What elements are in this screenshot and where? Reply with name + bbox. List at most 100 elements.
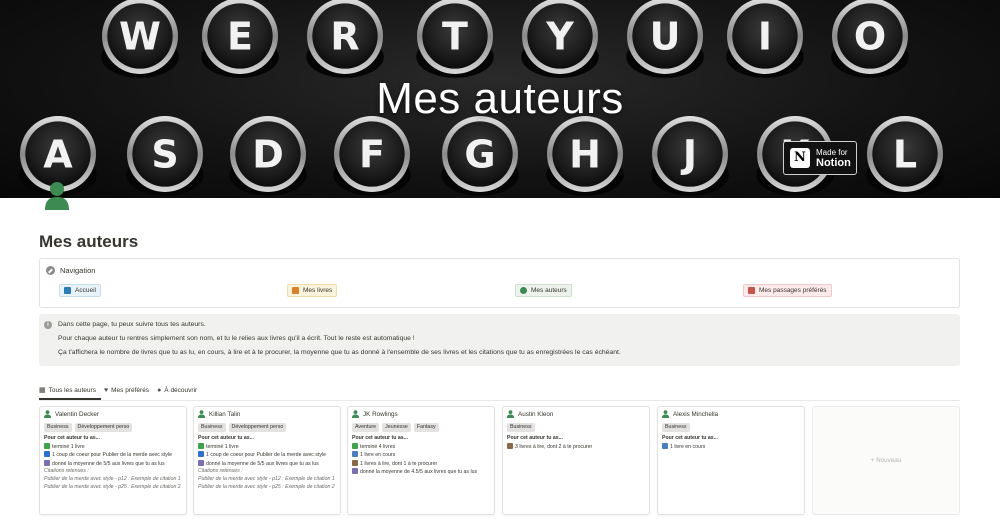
author-card[interactable]: Austin Kleon Business Pour cet auteur tu a… (502, 406, 650, 515)
author-tags: Business (507, 423, 538, 432)
summary-line: donné la moyenne de 5/5 aux livres que t… (198, 459, 337, 469)
summary-heading: Pour cet auteur tu as... (44, 435, 100, 441)
info-line-1: Dans cette page, tu peux suivre tous tes… (58, 321, 206, 328)
author-card[interactable]: Killian Talin Business Développement perso… (193, 406, 341, 515)
view-tabs: ▦ Tous les auteurs ♥ Mes préférés ● À dé… (39, 384, 205, 396)
typewriter-key-letter: O (854, 15, 886, 59)
typewriter-key-letter: L (893, 133, 917, 177)
heart-icon: ♥ (103, 386, 109, 394)
summary-line: donné la moyenne de 5/5 aux livres que t… (44, 459, 183, 469)
tab-mes-preferes[interactable]: ♥ Mes préférés (104, 384, 149, 396)
quotes-label: Citations retenues : (44, 468, 89, 475)
summary-line: donné la moyenne de 4.5/5 aux livres que… (352, 468, 491, 477)
page-person-icon[interactable] (44, 181, 70, 211)
nav-link-accueil[interactable]: Accueil (59, 284, 101, 297)
author-tags: Business (662, 423, 693, 432)
info-callout: i Dans cette page, tu peux suivre tous t… (39, 314, 960, 366)
author-name: JK Rowlings (352, 410, 398, 418)
quote-line: Publier de la merde avec style - p12 : E… (44, 475, 181, 482)
author-name: Alexis Minchella (662, 410, 718, 418)
typewriter-key-letter: S (151, 133, 178, 177)
person-icon (44, 410, 51, 418)
person-icon (662, 410, 669, 418)
typewriter-key-top-0: W (101, 0, 179, 78)
navigation-heading: Navigation (60, 266, 96, 275)
author-card[interactable]: Valentin Decker Business Développement per… (39, 406, 187, 515)
tabs-divider (39, 400, 960, 401)
typewriter-key-letter: Y (545, 15, 574, 59)
badge-line2: Notion (816, 157, 851, 169)
typewriter-key-bottom-3: F (333, 116, 411, 196)
typewriter-key-bottom-4: G (441, 116, 519, 196)
book-icon (352, 451, 358, 458)
navigation-callout: Navigation Accueil Mes livres Mes auteur… (39, 258, 960, 308)
person-icon: ● (157, 386, 162, 394)
typewriter-key-bottom-6: J (651, 116, 729, 196)
nav-link-mes-auteurs[interactable]: Mes auteurs (515, 284, 572, 297)
books-stack-icon (507, 442, 513, 449)
summary-heading: Pour cet auteur tu as... (507, 435, 563, 441)
tag: Business (44, 423, 72, 432)
check-icon (198, 442, 204, 449)
tag: Business (507, 423, 535, 432)
summary-line: 3 livres à lire, dont 2 à te procurer (507, 442, 646, 452)
typewriter-key-bottom-2: D (229, 116, 307, 196)
summary-line: terminé 1 livre (44, 442, 183, 452)
typewriter-key-letter: T (442, 15, 468, 59)
cover-image: WERTYUIO ASDFGHJKL Mes auteurs N Made fo… (0, 0, 1000, 198)
chart-icon (352, 468, 358, 475)
typewriter-key-letter: F (359, 133, 385, 177)
tab-tous-les-auteurs[interactable]: ▦ Tous les auteurs (39, 384, 96, 396)
typewriter-key-letter: U (650, 15, 681, 59)
books-stack-icon (352, 459, 358, 466)
bookmark-icon (748, 287, 755, 294)
info-line-2: Pour chaque auteur tu rentres simplement… (58, 335, 415, 342)
author-name: Austin Kleon (507, 410, 553, 418)
typewriter-key-top-6: I (726, 0, 804, 78)
made-for-notion-badge[interactable]: N Made for Notion (783, 141, 857, 175)
tag: Développement perso (74, 423, 133, 432)
typewriter-key-top-5: U (626, 0, 704, 78)
author-card[interactable]: Alexis Minchella Business Pour cet auteur … (657, 406, 805, 515)
info-line-3: Ça t'affichera le nombre de livres que t… (58, 349, 621, 356)
author-name: Valentin Decker (44, 410, 99, 418)
author-tags: Business Développement perso (198, 423, 289, 432)
author-card[interactable]: JK Rowlings Aventure Jeunesse Fantasy Pour c… (347, 406, 495, 515)
author-summary: Pour cet auteur tu as... terminé 4 livres… (352, 435, 491, 477)
new-card-label: + Nouveau (870, 457, 902, 464)
quote-line: Publier de la merde avec style - p25 : E… (44, 483, 181, 490)
typewriter-key-letter: E (227, 15, 253, 59)
summary-line: 1 livres à lire, dont 1 à te procurer (352, 459, 491, 469)
author-summary: Pour cet auteur tu as... terminé 1 livre 1… (44, 435, 183, 491)
typewriter-key-bottom-8: L (866, 116, 944, 196)
check-icon (44, 442, 50, 449)
home-icon (64, 287, 71, 294)
quote-line: Publier de la merde avec style - p25 : E… (198, 483, 335, 490)
typewriter-key-top-1: E (201, 0, 279, 78)
book-icon (662, 442, 668, 449)
typewriter-key-top-4: Y (521, 0, 599, 78)
typewriter-key-bottom-5: H (546, 116, 624, 196)
author-summary: Pour cet auteur tu as... 3 livres à lire,… (507, 435, 646, 451)
typewriter-key-bottom-1: S (126, 116, 204, 196)
author-summary: Pour cet auteur tu as... terminé 1 livre 1… (198, 435, 337, 491)
summary-line: terminé 4 livres (352, 442, 491, 452)
nav-link-mes-livres[interactable]: Mes livres (287, 284, 338, 297)
tag: Développement perso (228, 423, 287, 432)
blue-heart-icon (44, 451, 50, 458)
quote-line: Publier de la merde avec style - p12 : E… (198, 475, 335, 482)
tag: Aventure (352, 423, 380, 432)
quotes-label: Citations retenues : (198, 468, 243, 475)
chart-icon (198, 459, 204, 466)
new-card-button[interactable]: + Nouveau (812, 406, 960, 515)
tag: Fantasy (413, 423, 439, 432)
summary-line: terminé 1 livre (198, 442, 337, 452)
gallery-icon: ▦ (39, 387, 46, 394)
person-icon (507, 410, 514, 418)
typewriter-key-letter: G (464, 133, 495, 177)
typewriter-key-letter: J (680, 133, 697, 177)
page-title[interactable]: Mes auteurs (39, 232, 138, 252)
chart-icon (44, 459, 50, 466)
tab-a-decouvrir[interactable]: ● À découvrir (157, 384, 197, 396)
nav-link-mes-passages[interactable]: Mes passages préférés (743, 284, 832, 297)
